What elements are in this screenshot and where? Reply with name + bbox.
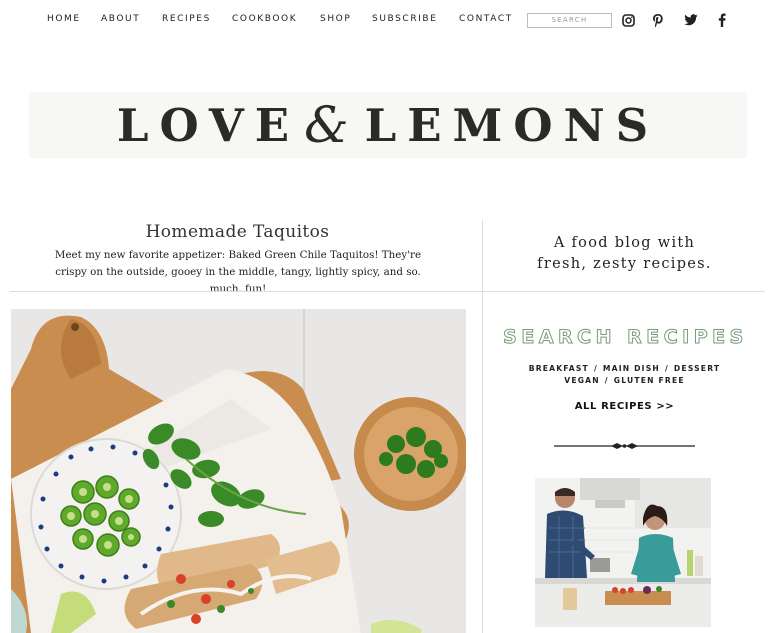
column-divider xyxy=(482,220,483,633)
search-input[interactable]: SEARCH xyxy=(527,13,612,28)
search-recipes-heading: SEARCH RECIPES xyxy=(503,326,748,349)
section-divider xyxy=(10,291,765,292)
site-tagline: A food blog with fresh, zesty recipes. xyxy=(484,233,765,275)
category-separator: / xyxy=(664,364,669,373)
nav-about[interactable]: ABOUT xyxy=(101,14,140,24)
category-main-dish[interactable]: MAIN DISH xyxy=(603,364,660,373)
category-breakfast[interactable]: BREAKFAST xyxy=(529,364,589,373)
category-gluten-free[interactable]: GLUTEN FREE xyxy=(614,376,685,385)
featured-post-image[interactable] xyxy=(11,309,466,633)
nav-home[interactable]: HOME xyxy=(47,14,81,24)
ornamental-divider-icon xyxy=(554,437,695,449)
category-dessert[interactable]: DESSERT xyxy=(674,364,720,373)
nav-contact[interactable]: CONTACT xyxy=(459,14,513,24)
logo-ampersand: & xyxy=(304,96,349,154)
category-separator: / xyxy=(593,364,598,373)
twitter-icon[interactable] xyxy=(683,11,699,29)
post-title[interactable]: Homemade Taquitos xyxy=(10,222,465,242)
author-photo[interactable] xyxy=(535,478,711,627)
site-logo[interactable]: LOVE & LEMONS xyxy=(29,92,747,158)
logo-word-lemons: LEMONS xyxy=(364,98,660,152)
nav-cookbook[interactable]: COOKBOOK xyxy=(232,14,297,24)
top-navigation: HOME ABOUT RECIPES COOKBOOK SHOP SUBSCRI… xyxy=(0,0,768,40)
category-separator: / xyxy=(604,376,609,385)
category-links-row-2: VEGAN / GLUTEN FREE xyxy=(484,376,765,385)
category-links-row-1: BREAKFAST / MAIN DISH / DESSERT xyxy=(484,364,765,373)
all-recipes-link[interactable]: ALL RECIPES >> xyxy=(484,401,765,412)
logo-word-love: LOVE xyxy=(116,98,301,152)
pinterest-icon[interactable] xyxy=(650,11,666,29)
tagline-line-1: A food blog with xyxy=(553,235,696,251)
facebook-icon[interactable] xyxy=(714,11,730,29)
instagram-icon[interactable] xyxy=(620,11,636,29)
nav-shop[interactable]: SHOP xyxy=(320,14,351,24)
tagline-line-2: fresh, zesty recipes. xyxy=(537,256,712,272)
category-vegan[interactable]: VEGAN xyxy=(564,376,600,385)
nav-recipes[interactable]: RECIPES xyxy=(162,14,211,24)
nav-subscribe[interactable]: SUBSCRIBE xyxy=(372,14,437,24)
